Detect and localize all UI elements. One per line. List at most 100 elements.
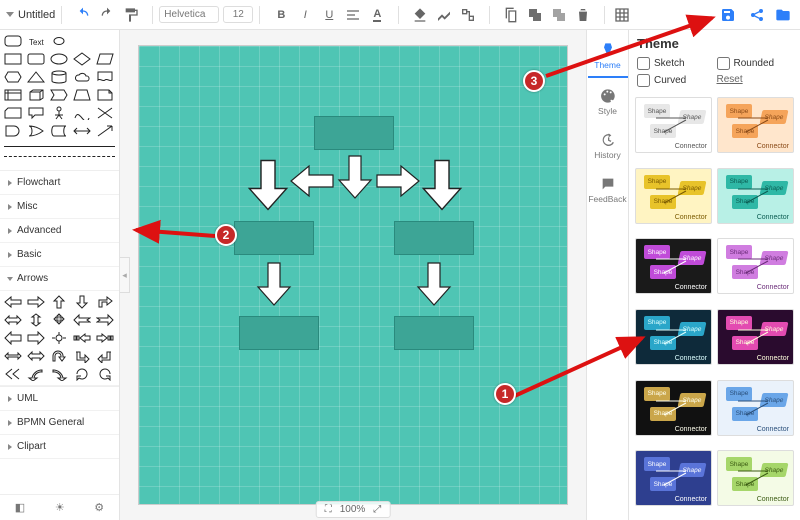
theme-thumb-11[interactable]: ShapeShapeShapeConnector — [717, 450, 794, 506]
arrow-notch-left[interactable] — [73, 313, 91, 327]
canvas[interactable] — [138, 45, 568, 505]
arrow-block-lr[interactable] — [4, 349, 22, 363]
diagram-node[interactable] — [314, 116, 394, 150]
arrow-right[interactable] — [27, 295, 45, 309]
theme-thumb-2[interactable]: ShapeShapeShapeConnector — [635, 168, 712, 224]
category-misc[interactable]: Misc — [0, 195, 119, 219]
diagram-node[interactable] — [239, 316, 319, 350]
theme-thumb-4[interactable]: ShapeShapeShapeConnector — [635, 238, 712, 294]
arrow-curve-dr[interactable] — [50, 367, 68, 381]
text-color-button[interactable]: A — [366, 4, 388, 26]
save-button[interactable] — [714, 1, 742, 29]
arrow-left[interactable] — [4, 295, 22, 309]
diagram-node[interactable] — [394, 316, 474, 350]
category-basic[interactable]: Basic — [0, 243, 119, 267]
font-family-select[interactable] — [159, 6, 219, 23]
line-solid[interactable] — [4, 146, 115, 152]
theme-thumb-8[interactable]: ShapeShapeShapeConnector — [635, 380, 712, 436]
shape-arrow-ne[interactable] — [96, 124, 114, 138]
align-button[interactable] — [342, 4, 364, 26]
category-advanced[interactable]: Advanced — [0, 219, 119, 243]
arrow-curve-dl[interactable] — [27, 367, 45, 381]
category-flowchart[interactable]: Flowchart — [0, 171, 119, 195]
bold-button[interactable]: B — [270, 4, 292, 26]
arrow-bent-l[interactable] — [73, 349, 91, 363]
opt-rounded[interactable]: Rounded — [717, 57, 793, 70]
arrow-wide-right[interactable] — [27, 331, 45, 345]
share-button[interactable] — [746, 4, 768, 26]
shape-ellipse-small[interactable] — [50, 34, 68, 48]
shape-rect[interactable] — [4, 52, 22, 66]
arrow-block-lr2[interactable] — [27, 349, 45, 363]
shape-triangle[interactable] — [27, 70, 45, 84]
arrow-notch-right[interactable] — [96, 313, 114, 327]
fullscreen-button[interactable]: ⤢ — [373, 504, 381, 515]
shape-cylinder[interactable] — [50, 70, 68, 84]
arrow-bent-r[interactable] — [96, 349, 114, 363]
shape-internal-storage[interactable] — [4, 88, 22, 102]
theme-thumb-6[interactable]: ShapeShapeShapeConnector — [635, 309, 712, 365]
undo-button[interactable] — [72, 4, 94, 26]
underline-button[interactable]: U — [318, 4, 340, 26]
bring-front-button[interactable] — [524, 4, 546, 26]
delete-button[interactable] — [572, 4, 594, 26]
brightness-icon[interactable]: ☀ — [55, 501, 65, 514]
arrow-cycle[interactable] — [73, 367, 91, 381]
arrow-cycle2[interactable] — [96, 367, 114, 381]
arrow-ud[interactable] — [27, 313, 45, 327]
diagram-node[interactable] — [394, 221, 474, 255]
shape-callout[interactable] — [27, 106, 45, 120]
opt-sketch[interactable]: Sketch — [637, 57, 713, 70]
category-bpmn[interactable]: BPMN General — [0, 411, 119, 435]
theme-thumb-7[interactable]: ShapeShapeShapeConnector — [717, 309, 794, 365]
theme-thumb-1[interactable]: ShapeShapeShapeConnector — [717, 97, 794, 153]
theme-thumb-3[interactable]: ShapeShapeShapeConnector — [717, 168, 794, 224]
arrow-wide-left[interactable] — [4, 331, 22, 345]
theme-thumb-10[interactable]: ShapeShapeShapeConnector — [635, 450, 712, 506]
diagram-arrow-down[interactable] — [256, 259, 292, 309]
tab-feedback[interactable]: FeedBack — [588, 170, 628, 210]
shape-text[interactable]: Text — [27, 34, 45, 48]
diagram-arrow-down[interactable] — [416, 259, 452, 309]
shape-cube[interactable] — [27, 88, 45, 102]
shape-step[interactable] — [50, 88, 68, 102]
fill-color-button[interactable] — [409, 4, 431, 26]
settings-icon[interactable]: ⚙ — [94, 501, 104, 514]
shape-line-x[interactable] — [96, 106, 114, 120]
theme-reset[interactable]: Reset — [717, 74, 793, 87]
shape-diamond[interactable] — [73, 52, 91, 66]
arrow-down[interactable] — [73, 295, 91, 309]
shape-ellipse[interactable] — [50, 52, 68, 66]
tab-history[interactable]: History — [588, 126, 628, 166]
shape-arrow-both[interactable] — [73, 124, 91, 138]
theme-thumb-0[interactable]: ShapeShapeShapeConnector — [635, 97, 712, 153]
shape-document[interactable] — [96, 70, 114, 84]
arrow-quad[interactable] — [50, 313, 68, 327]
arrow-turn[interactable] — [96, 295, 114, 309]
shape-card[interactable] — [4, 106, 22, 120]
arrow-lr[interactable] — [4, 313, 22, 327]
arrow-wide-quad[interactable] — [50, 331, 68, 345]
zoom-fit-button[interactable]: ⛶ — [325, 504, 332, 515]
line-dashed[interactable] — [4, 156, 115, 162]
shape-hexagon[interactable] — [4, 70, 22, 84]
shape-actor[interactable] — [50, 106, 68, 120]
diagram-arrow-down[interactable] — [421, 156, 463, 214]
category-uml[interactable]: UML — [0, 387, 119, 411]
arrow-striped-l[interactable] — [73, 331, 91, 345]
shape-cloud[interactable] — [73, 70, 91, 84]
diagram-arrow-left[interactable] — [289, 164, 335, 198]
canvas-area[interactable]: ◂ — [120, 30, 586, 520]
document-title[interactable]: Untitled — [6, 9, 55, 21]
shape-parallelogram[interactable] — [96, 52, 114, 66]
panel-collapse-toggle[interactable]: ◂ — [120, 257, 130, 293]
shape-rrect2[interactable] — [27, 52, 45, 66]
theme-thumb-9[interactable]: ShapeShapeShapeConnector — [717, 380, 794, 436]
arrow-chevrons-l[interactable] — [4, 367, 22, 381]
tab-style[interactable]: Style — [588, 82, 628, 122]
category-clipart[interactable]: Clipart — [0, 435, 119, 459]
arrow-curved-u[interactable] — [50, 349, 68, 363]
shape-and[interactable] — [4, 124, 22, 138]
category-arrows[interactable]: Arrows — [0, 267, 119, 291]
diagram-arrow-down[interactable] — [337, 154, 373, 200]
